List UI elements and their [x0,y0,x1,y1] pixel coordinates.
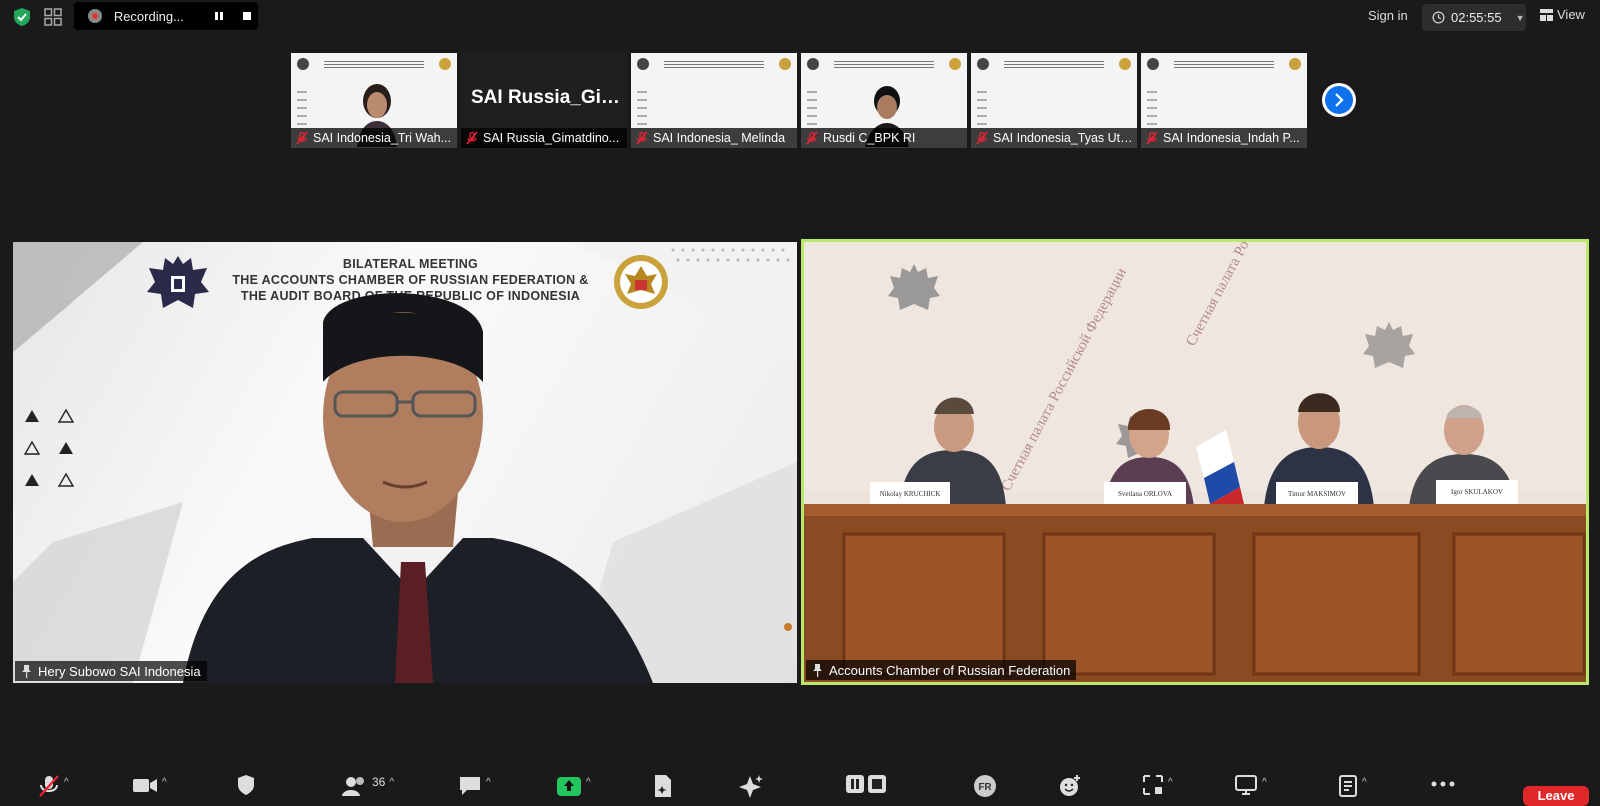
ai-sparkle-icon [739,775,763,798]
participant-thumbnail[interactable]: SAI Indonesia_ Melinda [631,53,797,148]
security-button[interactable] [236,774,256,796]
recording-dot-icon [88,9,102,23]
pin-icon [22,664,31,678]
apps-button[interactable]: ^ [1142,774,1173,796]
muted-mic-icon [1146,131,1158,145]
ai-companion-button[interactable] [738,774,764,798]
pause-stop-icon [846,775,886,793]
chevron-up-icon[interactable]: ^ [64,777,69,788]
muted-mic-icon [296,131,308,145]
chat-button[interactable]: ^ [458,774,491,796]
summary-button[interactable] [652,774,674,798]
chevron-right-icon [1335,93,1344,107]
view-button[interactable]: View [1540,7,1585,22]
participant-name: SAI Indonesia_ Melinda [653,131,786,145]
slide-header [971,56,1137,72]
recording-label: Recording... [113,8,184,24]
more-dots-icon [1431,781,1455,787]
slide-header [1141,56,1307,72]
participant-name-tile: SAI Russia_Gim... [471,87,621,108]
chevron-up-icon[interactable]: ^ [1262,777,1267,788]
participant-thumbnail[interactable]: Rusdi C_BPK RI [801,53,967,148]
whiteboard-button[interactable]: ^ [1234,774,1267,796]
meeting-toolbar: ^ ^ 36 ^ ^ ^ FR ^ ^ ^ [0,770,1600,800]
participant-name-label: Accounts Chamber of Russian Federation [806,660,1077,680]
emoji-plus-icon [1060,775,1080,796]
pause-recording-button[interactable] [209,5,231,27]
apps-icon [1143,775,1163,795]
nameplate: Timur MAKSIMOV [1288,490,1346,498]
participant-name: SAI Indonesia_Tri Wah... [313,131,452,145]
notes-icon [1339,775,1357,797]
muted-mic-icon [466,131,478,145]
stop-icon [243,12,252,20]
top-bar: Recording... Sign in 02:55:55 ▼ View [0,0,1600,34]
pause-icon [215,12,224,20]
nameplate: Igor SKULAKOV [1451,488,1503,496]
participants-count: 36 [372,775,386,789]
chevron-up-icon[interactable]: ^ [1362,777,1367,788]
slide-header [291,56,457,72]
recording-indicator: Recording... [74,2,258,30]
view-grid-icon [1540,8,1553,21]
language-globe-icon: FR [974,775,996,797]
nameplate: Nikolay KRUCHICK [880,490,941,498]
reactions-button[interactable] [1058,774,1082,798]
microphone-muted-icon [39,775,59,797]
video-camera-icon [133,779,157,792]
share-screen-button[interactable]: ^ [556,774,591,796]
security-shield-icon[interactable] [12,7,32,27]
timer-value: 02:55:55 [1451,10,1502,25]
document-sparkle-icon [655,775,671,797]
slide-header [801,56,967,72]
recording-controls-button[interactable] [846,774,886,796]
participant-name: SAI Russia_Gimatdino... [483,131,620,145]
leave-button[interactable]: Leave [1523,786,1589,806]
chat-bubble-icon [460,777,480,795]
muted-mic-icon [976,131,988,145]
participant-thumbnail[interactable]: SAI Indonesia_Tyas Uta... [971,53,1137,148]
nameplate: Svetlana ORLOVA [1118,490,1172,498]
participants-icon [342,777,364,796]
more-button[interactable] [1430,774,1456,794]
whiteboard-icon [1235,775,1257,795]
svg-text:FR: FR [978,782,992,793]
chevron-up-icon[interactable]: ^ [389,777,394,788]
participants-button[interactable]: 36 ^ [342,774,394,796]
participant-name: Rusdi C_BPK RI [823,131,916,145]
mute-button[interactable]: ^ [38,774,69,798]
main-video-right-active-speaker[interactable]: Счетная палата Российской Федерации Счет… [801,239,1589,685]
sign-in-link[interactable]: Sign in [1368,8,1408,23]
chevron-down-icon: ▼ [1515,12,1525,23]
muted-mic-icon [636,131,648,145]
participant-thumbnail[interactable]: SAI Indonesia_Indah P... [1141,53,1307,148]
participant-name: SAI Indonesia_Indah P... [1163,131,1300,145]
view-label: View [1557,7,1585,22]
chevron-up-icon[interactable]: ^ [1168,777,1173,788]
stop-recording-button[interactable] [236,5,258,27]
video-button[interactable]: ^ [132,774,167,794]
participant-thumbnail[interactable]: SAI Indonesia_Tri Wah... [291,53,457,148]
next-page-button[interactable] [1322,83,1356,117]
pin-icon [813,663,822,677]
participant-thumbnail[interactable]: SAI Russia_Gim... SAI Russia_Gimatdino..… [461,53,627,148]
clock-icon [1432,11,1445,24]
participant-video [183,293,653,683]
slide-header [631,56,797,72]
chevron-up-icon[interactable]: ^ [586,777,591,788]
shield-icon [238,775,254,795]
notes-button[interactable]: ^ [1338,774,1367,798]
meeting-timer[interactable]: 02:55:55 ▼ [1422,4,1526,31]
chevron-up-icon[interactable]: ^ [162,777,167,788]
participant-video: Счетная палата Российской Федерации Счет… [804,242,1586,682]
share-screen-icon [557,777,581,796]
main-video-left[interactable]: BILATERAL MEETING THE ACCOUNTS CHAMBER O… [13,242,797,683]
participant-name-label: Hery Subowo SAI Indonesia [15,661,207,681]
language-interpretation-button[interactable]: FR [972,774,998,798]
chevron-up-icon[interactable]: ^ [486,777,491,788]
gallery-grid-icon[interactable] [42,6,64,28]
participant-name: SAI Indonesia_Tyas Uta... [993,131,1137,145]
muted-mic-icon [806,131,818,145]
